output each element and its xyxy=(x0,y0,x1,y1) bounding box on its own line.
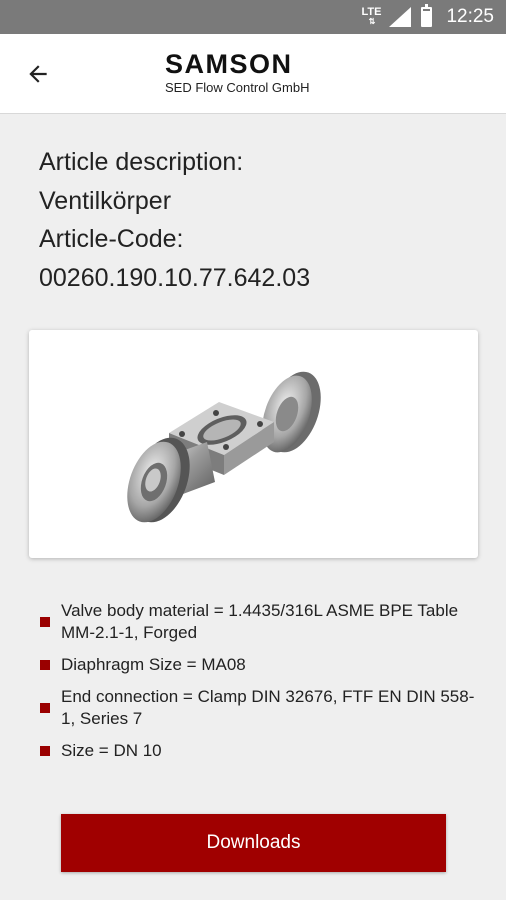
spec-list: Valve body material = 1.4435/316L ASME B… xyxy=(36,600,476,772)
product-image-card xyxy=(29,330,478,558)
logo-main-text: SAMSON xyxy=(165,49,293,79)
spec-item: Size = DN 10 xyxy=(36,740,476,762)
valve-body-image xyxy=(127,371,321,523)
bullet-square-icon xyxy=(40,746,50,756)
article-description-label: Article description: xyxy=(39,148,244,176)
battery-fill xyxy=(423,11,431,25)
bullet-square-icon xyxy=(40,703,50,713)
spec-item: Diaphragm Size = MA08 xyxy=(36,654,476,676)
article-code-label: Article-Code: xyxy=(39,225,184,253)
arrow-left-icon xyxy=(29,65,47,83)
bullet-square-icon xyxy=(40,660,50,670)
clock: 12:25 xyxy=(446,6,494,27)
downloads-button[interactable]: Downloads xyxy=(61,814,446,872)
article-description-value: Ventilkörper xyxy=(39,186,172,215)
article-code-value: 00260.190.10.77.642.03 xyxy=(39,263,311,292)
status-bar: LTE ⇅ 12:25 xyxy=(0,0,506,34)
battery-icon xyxy=(421,4,433,27)
spec-item: End connection = Clamp DIN 32676, FTF EN… xyxy=(36,686,476,730)
logo-sub-text: SED Flow Control GmbH xyxy=(165,80,310,95)
spec-item: Valve body material = 1.4435/316L ASME B… xyxy=(36,600,476,644)
samson-logo: SAMSON SED Flow Control GmbH xyxy=(165,50,309,95)
lte-indicator: LTE ⇅ xyxy=(361,6,382,27)
article-info: Article description: Ventilkörper Articl… xyxy=(39,143,310,297)
bullet-square-icon xyxy=(40,617,50,627)
signal-icon xyxy=(389,7,412,27)
back-button[interactable] xyxy=(22,58,54,90)
app-bar: SAMSON SED Flow Control GmbH xyxy=(0,34,506,114)
data-arrows-icon: ⇅ xyxy=(368,17,376,26)
